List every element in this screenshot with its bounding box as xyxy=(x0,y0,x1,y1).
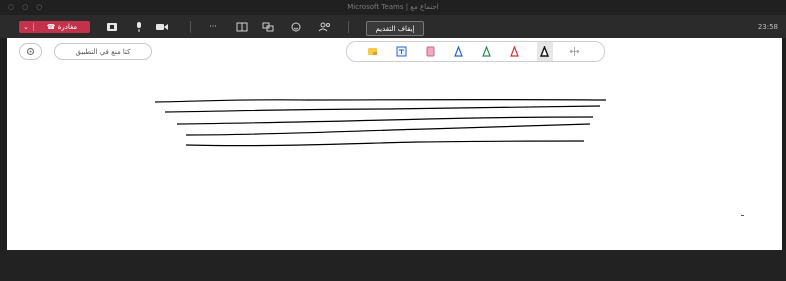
phone-hangup-icon: ☎ xyxy=(46,23,58,31)
share-tray-icon[interactable] xyxy=(106,22,118,32)
leave-button[interactable]: ⌄ ☎ مغادرة xyxy=(19,21,90,33)
ink-stroke xyxy=(185,123,591,136)
title-bar: ○ ○ ○ Microsoft Teams | اجتماع مع xyxy=(0,0,786,15)
chevron-down-icon[interactable]: ⌄ xyxy=(19,23,34,31)
ink-dot xyxy=(741,215,744,216)
view-icon[interactable] xyxy=(236,22,248,32)
ink-stroke xyxy=(185,140,585,147)
stop-presenting-button[interactable]: إيقاف التقديم xyxy=(366,21,424,36)
ink-stroke xyxy=(154,98,607,103)
whiteboard-canvas[interactable]: كتا منع في التطبيق xyxy=(7,38,782,250)
ink-stroke xyxy=(164,105,601,113)
breakout-rooms-icon[interactable] xyxy=(262,22,274,32)
meeting-toolbar: ⌄ ☎ مغادرة ··· إيقاف التقديم 23:58 xyxy=(0,15,786,38)
participants-icon[interactable] xyxy=(318,22,332,32)
more-actions-icon[interactable]: ··· xyxy=(206,22,220,32)
leave-label: مغادرة xyxy=(57,23,78,31)
toolbar-divider xyxy=(348,21,349,33)
toolbar-divider xyxy=(190,21,191,33)
camera-icon[interactable] xyxy=(156,22,168,32)
bottom-bar xyxy=(0,250,786,281)
reactions-icon[interactable] xyxy=(290,22,302,32)
microphone-icon[interactable] xyxy=(134,22,144,32)
ink-stroke xyxy=(176,116,594,125)
meeting-timer: 23:58 xyxy=(757,23,778,31)
window-title: Microsoft Teams | اجتماع مع xyxy=(347,3,439,11)
ink-strokes xyxy=(154,98,607,147)
